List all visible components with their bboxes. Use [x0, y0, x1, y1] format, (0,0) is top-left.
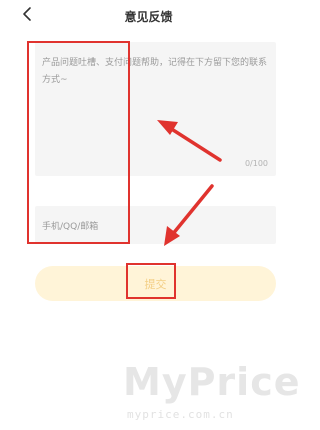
watermark: MyPrice myprice.com.cn	[123, 360, 300, 430]
watermark-logo: MyPrice	[123, 360, 301, 404]
highlight-box-submit	[126, 263, 176, 299]
watermark-url: myprice.com.cn	[127, 408, 234, 421]
page-title: 意见反馈	[124, 10, 173, 24]
char-counter: 0/100	[244, 159, 268, 168]
header-bar: 意见反馈	[0, 0, 297, 32]
highlight-box-inputs	[27, 41, 130, 244]
